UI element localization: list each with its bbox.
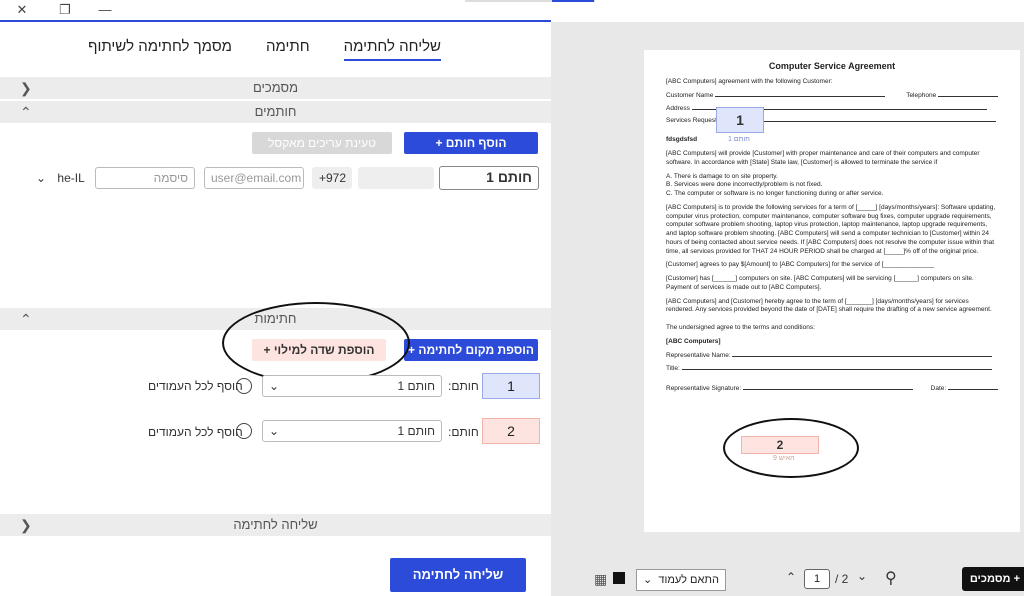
doc-telephone: Telephone [906, 92, 998, 101]
doc-row-signature: Representative Signature: Date: [666, 385, 998, 394]
doc-row-rep-name: Representative Name: [666, 352, 998, 361]
top-accent-blue [552, 0, 594, 2]
doc-title-field: Title: [666, 365, 992, 374]
chevron-down-icon: ⌄ [269, 424, 280, 438]
highlight-ellipse-doc [723, 418, 859, 478]
doc-heading: fdsgdsfsd [666, 136, 698, 144]
doc-paragraph-5: [ABC Computers] and [Customer] hereby ag… [666, 297, 992, 314]
signer-extra-field[interactable] [358, 167, 434, 189]
minimize-icon[interactable]: — [97, 2, 113, 18]
signer-select-1-value: חותם 1 [397, 379, 435, 393]
add-signature-place-button[interactable]: הוספת מקום לחתימה + [404, 339, 538, 361]
restore-icon[interactable]: ❐ [57, 2, 73, 18]
all-pages-label-2: הוסף לכל העמודים [148, 425, 243, 439]
signature-number-2[interactable]: 2 [482, 418, 540, 444]
chevron-down-icon: ⌄ [36, 171, 47, 185]
section-signers[interactable]: חותמים ⌃ [0, 101, 551, 123]
single-page-icon[interactable] [613, 572, 625, 584]
viewer-toolbar: ▦ התאם לעמוד ⌄ ⌃ 1 / 2 ⌄ ⚲ מסמכים + [551, 564, 1024, 596]
chevron-down-icon: ⌄ [643, 574, 653, 586]
doc-row-title: Title: [666, 365, 998, 374]
doc-list-b: B. Services were done incorrectly/proble… [666, 181, 823, 189]
doc-paragraph-3: [Customer] agrees to pay $[Amount] to [A… [666, 261, 935, 269]
window-titlebar: ✕ ❐ — [0, 0, 1024, 20]
close-icon[interactable]: ✕ [14, 2, 30, 18]
email-field[interactable]: user@email.com [204, 167, 304, 189]
doc-paragraph-1: [ABC Computers] will provide [Customer] … [666, 149, 980, 166]
add-documents-button[interactable]: מסמכים + [962, 567, 1024, 591]
signer-select-1[interactable]: חותם 1 ⌄ [262, 375, 442, 397]
chevron-down-icon[interactable]: ⌄ [857, 569, 867, 583]
document-preview-panel: Computer Service Agreement [ABC Computer… [551, 22, 1024, 596]
settings-panel: שליחה לחתימה חתימה מסמך לחתימה לשיתוף מס… [0, 22, 551, 596]
all-pages-label-1: הוסף לכל העמודים [148, 379, 243, 393]
section-send[interactable]: שליחה לחתימה ❮ [0, 514, 551, 536]
doc-row-customer: Customer Name Telephone [666, 92, 998, 101]
doc-paragraph-2: [ABC Computers] is to provide the follow… [666, 203, 996, 255]
section-signers-label: חותמים [254, 104, 297, 119]
fit-select-value: התאם לעמוד [658, 574, 719, 586]
tab-signature[interactable]: חתימה [266, 38, 310, 61]
chevron-left-icon: ❮ [20, 80, 32, 96]
doc-paragraph-6: The undersigned agree to the terms and c… [666, 324, 815, 332]
chevron-down-icon: ⌄ [269, 379, 280, 393]
fit-select[interactable]: התאם לעמוד ⌄ [636, 569, 726, 591]
load-contacts-button[interactable]: טעינת עריכים מאקסל [252, 132, 392, 154]
doc-customer-name: Customer Name [666, 92, 886, 101]
phone-prefix-field[interactable]: +972 [312, 167, 352, 189]
page-number-input[interactable]: 1 [804, 569, 830, 589]
section-documents[interactable]: מסמכים ❮ [0, 77, 551, 99]
signer-name-field[interactable]: חותם 1 [439, 166, 539, 190]
locale-label: he-IL [57, 171, 85, 185]
signer-select-2[interactable]: חותם 1 ⌄ [262, 420, 442, 442]
add-signer-button[interactable]: הוסף חותם + [404, 132, 538, 154]
tab-bar: שליחה לחתימה חתימה מסמך לחתימה לשיתוף [88, 38, 441, 61]
password-field[interactable]: סיסמה [95, 167, 195, 189]
doc-company: [ABC Computers] [666, 337, 721, 345]
signer-select-2-value: חותם 1 [397, 424, 435, 438]
doc-list-c: C. The computer or software is no longer… [666, 190, 884, 198]
doc-title: Computer Service Agreement [768, 61, 896, 71]
doc-rep-name: Representative Name: [666, 352, 993, 361]
section-send-label: שליחה לחתימה [233, 517, 318, 532]
search-icon[interactable]: ⚲ [885, 568, 897, 588]
doc-date: Date: [931, 385, 998, 394]
chevron-up-icon: ⌃ [20, 311, 32, 327]
section-documents-label: מסמכים [252, 80, 299, 95]
chevron-up-icon: ⌃ [20, 104, 32, 120]
signer-label-1: חותם: [448, 379, 479, 393]
signature-box-1-caption: חותם 1 [728, 136, 750, 143]
highlight-ellipse [222, 302, 410, 384]
tab-share-document[interactable]: מסמך לחתימה לשיתוף [88, 38, 232, 61]
tab-send-for-signature[interactable]: שליחה לחתימה [343, 38, 441, 61]
doc-address: Address [666, 105, 987, 114]
signer-label-2: חותם: [448, 425, 479, 439]
signature-box-1[interactable]: 1 [716, 107, 764, 133]
send-for-signature-button[interactable]: שליחה לחתימה [390, 558, 526, 592]
doc-paragraph-4: [Customer] has [______] computers on sit… [666, 275, 974, 291]
grid-view-icon[interactable]: ▦ [594, 571, 607, 588]
doc-intro: [ABC Computers] agreement with the follo… [666, 78, 833, 86]
doc-list-a: A. There is damage to on site property. [666, 172, 778, 180]
page-total: / 2 [835, 572, 849, 586]
doc-rep-signature: Representative Signature: [666, 385, 913, 394]
signature-number-1[interactable]: 1 [482, 373, 540, 399]
locale-select[interactable]: ⌄ he-IL [36, 171, 86, 185]
chevron-up-icon[interactable]: ⌃ [786, 570, 796, 584]
chevron-left-icon: ❮ [20, 517, 32, 533]
